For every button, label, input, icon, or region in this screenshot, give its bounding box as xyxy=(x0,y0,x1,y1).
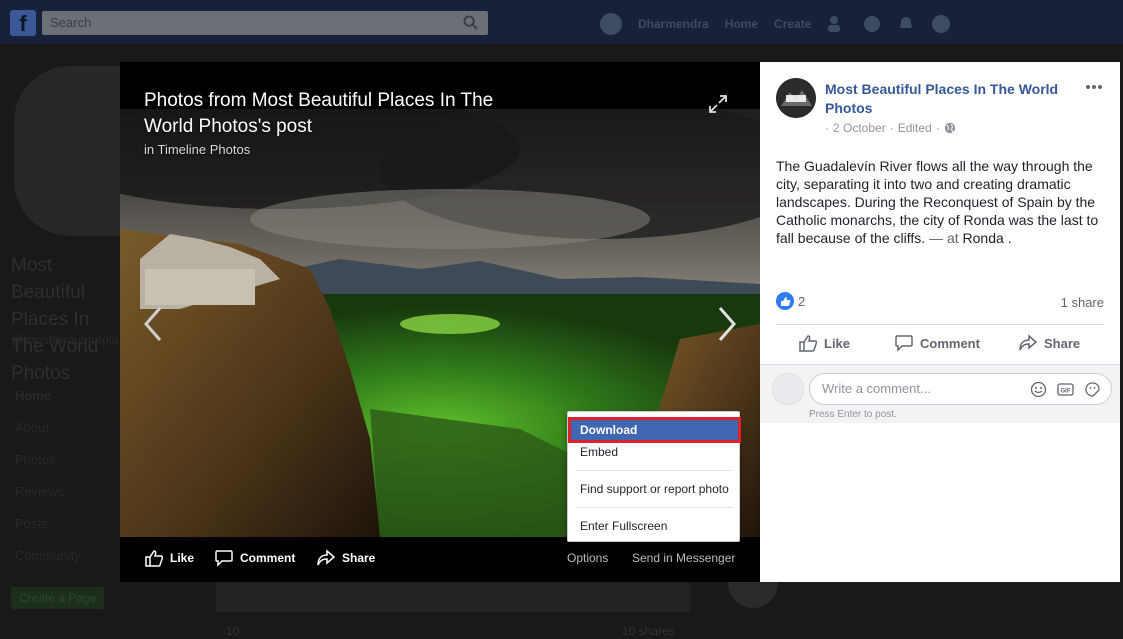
post-comment-label: Comment xyxy=(920,335,980,351)
menu-divider xyxy=(576,507,733,508)
comment-tools: GIF xyxy=(1030,381,1101,398)
photo-like-label: Like xyxy=(170,551,195,565)
meta-separator: · xyxy=(889,121,894,135)
background-shares-count: 10 shares xyxy=(622,624,675,638)
comment-input[interactable]: Write a comment... GIF xyxy=(809,373,1112,405)
background-photo-strip xyxy=(216,582,690,612)
sidebar-item-reviews[interactable]: Reviews xyxy=(15,484,81,516)
background-page-handle: @mostbeautifulplacesintheworldphotos xyxy=(11,332,237,348)
comment-icon xyxy=(215,550,233,567)
home-link[interactable]: Home xyxy=(725,17,758,31)
divider xyxy=(776,324,1104,325)
send-in-messenger-link[interactable]: Send in Messenger xyxy=(632,551,735,565)
sticker-icon[interactable] xyxy=(1084,381,1101,398)
background-page-title: Most Beautiful Places In The World Photo… xyxy=(11,255,99,384)
share-arrow-icon xyxy=(1019,334,1038,351)
post-comment-button[interactable]: Comment xyxy=(894,334,980,352)
post-like-button[interactable]: Like xyxy=(798,334,850,352)
location-link[interactable]: Ronda xyxy=(963,230,1004,246)
menu-item-report-photo[interactable]: Find support or report photo xyxy=(568,478,741,502)
background-likes-count: 10 xyxy=(226,624,240,638)
comment-placeholder: Write a comment... xyxy=(822,381,931,396)
current-user-avatar[interactable] xyxy=(772,373,804,405)
location-suffix: . xyxy=(1007,230,1012,246)
user-name-link[interactable]: Dharmendra xyxy=(638,17,709,31)
search-placeholder: Search xyxy=(50,15,92,30)
create-page-button[interactable]: Create a Page xyxy=(11,587,105,609)
facebook-logo[interactable]: f xyxy=(10,10,36,36)
post-like-label: Like xyxy=(824,335,851,351)
options-dropdown-menu: Download Embed Find support or report ph… xyxy=(567,411,741,542)
share-arrow-icon xyxy=(317,549,336,566)
comment-icon xyxy=(895,335,913,352)
menu-item-enter-fullscreen[interactable]: Enter Fullscreen xyxy=(568,515,741,539)
top-navigation-bar: f Search Dharmendra Home Create xyxy=(0,0,1123,44)
gif-icon[interactable]: GIF xyxy=(1057,381,1074,398)
menu-item-download[interactable]: Download xyxy=(568,417,741,443)
post-action-bar: Like Comment Share xyxy=(760,334,1120,354)
post-share-button[interactable]: Share xyxy=(1018,334,1080,352)
photo-share-button[interactable]: Share xyxy=(316,549,375,567)
photo-like-button[interactable]: Like xyxy=(144,549,194,567)
post-meta: · 2 October · Edited · xyxy=(825,121,956,135)
post-detail-panel: Most Beautiful Places In The World Photo… xyxy=(760,62,1120,582)
background-right-column xyxy=(728,582,1123,639)
photo-title: Photos from Most Beautiful Places In The… xyxy=(144,90,494,137)
user-avatar[interactable] xyxy=(600,13,622,35)
post-share-label: Share xyxy=(1044,335,1081,351)
photo-action-bar: Like Comment Share Options Send in Messe… xyxy=(120,537,760,582)
menu-divider xyxy=(576,470,733,471)
photo-comment-button[interactable]: Comment xyxy=(214,549,295,567)
sidebar-item-about[interactable]: About xyxy=(15,420,81,452)
messenger-icon[interactable] xyxy=(863,15,881,33)
sidebar-item-community[interactable]: Community xyxy=(15,548,81,580)
photo-share-label: Share xyxy=(342,551,376,565)
background-avatar xyxy=(728,582,778,608)
comment-composer: Write a comment... GIF Press Enter to po… xyxy=(760,365,1120,423)
top-nav-links: Dharmendra Home Create xyxy=(600,13,951,35)
post-date-link[interactable]: 2 October xyxy=(833,121,886,135)
edited-label[interactable]: Edited xyxy=(898,121,932,135)
thumbs-up-icon xyxy=(799,335,818,352)
sidebar-item-home[interactable]: Home xyxy=(15,388,81,420)
svg-text:GIF: GIF xyxy=(1061,389,1071,395)
page-name-link[interactable]: Most Beautiful Places In The World Photo… xyxy=(825,80,1075,118)
friend-requests-icon[interactable] xyxy=(827,15,847,33)
like-reaction-icon xyxy=(776,292,794,310)
page-sidebar-nav: Home About Photos Reviews Posts Communit… xyxy=(15,388,81,580)
reaction-count: 2 xyxy=(798,293,806,309)
options-link[interactable]: Options xyxy=(567,551,608,565)
fullscreen-expand-icon[interactable] xyxy=(708,94,728,114)
page-profile-picture xyxy=(14,66,126,236)
next-photo-arrow-icon[interactable] xyxy=(714,306,738,342)
help-icon[interactable] xyxy=(931,14,951,34)
reactions-summary[interactable]: 2 xyxy=(776,292,805,310)
photo-comment-label: Comment xyxy=(240,551,296,565)
create-link[interactable]: Create xyxy=(774,17,811,31)
meta-separator: · xyxy=(935,121,940,135)
more-options-icon[interactable] xyxy=(1085,84,1103,90)
sidebar-item-posts[interactable]: Posts xyxy=(15,516,81,548)
page-logo-icon xyxy=(776,78,816,118)
location-prefix: — at xyxy=(929,230,959,246)
previous-photo-arrow-icon[interactable] xyxy=(142,306,166,342)
post-text: The Guadalevín River flows all the way t… xyxy=(776,157,1106,247)
globe-icon[interactable] xyxy=(944,122,956,134)
press-enter-hint: Press Enter to post. xyxy=(809,409,897,420)
search-input[interactable]: Search xyxy=(42,11,488,35)
shares-count-link[interactable]: 1 share xyxy=(1061,295,1104,310)
menu-item-embed[interactable]: Embed xyxy=(568,441,741,465)
notifications-icon[interactable] xyxy=(897,15,915,33)
sidebar-item-photos[interactable]: Photos xyxy=(15,452,81,484)
thumbs-up-icon xyxy=(145,550,164,567)
meta-separator: · xyxy=(825,121,829,135)
photo-album-link[interactable]: in Timeline Photos xyxy=(144,142,250,157)
emoji-icon[interactable] xyxy=(1030,381,1047,398)
page-avatar[interactable] xyxy=(776,78,816,118)
search-icon[interactable] xyxy=(463,15,478,30)
